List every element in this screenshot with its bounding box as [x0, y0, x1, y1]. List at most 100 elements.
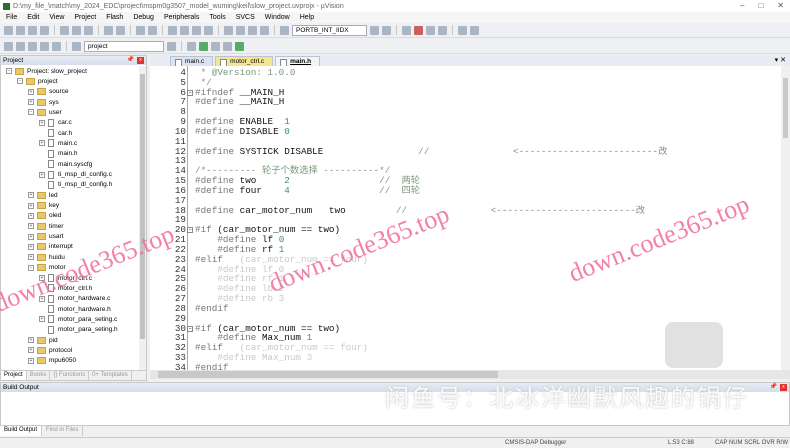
- tree-item[interactable]: + main.c: [39, 138, 77, 148]
- expand-icon[interactable]: +: [28, 347, 34, 354]
- tab-templates[interactable]: 0+ Templates: [89, 371, 132, 380]
- expand-icon[interactable]: +: [28, 337, 34, 344]
- tree-item[interactable]: + mpu6050: [28, 356, 76, 366]
- editor-tab[interactable]: main.c: [170, 56, 214, 67]
- expand-icon[interactable]: +: [39, 171, 45, 178]
- expand-icon[interactable]: +: [39, 316, 45, 323]
- tree-item[interactable]: + interrupt: [28, 242, 73, 252]
- editor-horizontal-scrollbar[interactable]: [150, 370, 790, 379]
- breakpoint-icon[interactable]: [414, 25, 423, 35]
- menu-svcs[interactable]: SVCS: [236, 14, 255, 21]
- manage-components-icon[interactable]: [187, 41, 196, 51]
- fold-collapse-icon[interactable]: −: [187, 325, 193, 332]
- pin-icon[interactable]: 📌: [770, 383, 777, 390]
- expand-icon[interactable]: +: [28, 357, 34, 364]
- expand-icon[interactable]: +: [28, 243, 34, 250]
- target-options-icon[interactable]: [167, 41, 176, 51]
- expand-icon[interactable]: +: [28, 254, 34, 261]
- collapse-icon[interactable]: −: [28, 264, 34, 271]
- comment-icon[interactable]: [248, 25, 257, 35]
- tree-item[interactable]: − user: [28, 107, 62, 117]
- incremental-find-icon[interactable]: [370, 25, 379, 35]
- prev-bookmark-icon[interactable]: [180, 25, 189, 35]
- debug-start-icon[interactable]: [402, 25, 411, 35]
- file-extensions-icon[interactable]: [199, 41, 208, 51]
- kill-breakpoints-icon[interactable]: [438, 25, 447, 35]
- menu-help[interactable]: Help: [300, 14, 314, 21]
- find-combo[interactable]: PORTB_INT_IIDX: [292, 24, 367, 36]
- editor-vertical-scrollbar[interactable]: [781, 66, 790, 370]
- collapse-icon[interactable]: −: [6, 68, 12, 74]
- expand-icon[interactable]: +: [28, 212, 34, 219]
- unindent-icon[interactable]: [236, 25, 245, 35]
- next-bookmark-icon[interactable]: [192, 25, 201, 35]
- window-layout-icon[interactable]: [458, 25, 467, 35]
- editor-tab[interactable]: motor_ctrl.c: [215, 56, 274, 67]
- menu-view[interactable]: View: [49, 14, 64, 21]
- menu-debug[interactable]: Debug: [133, 14, 154, 21]
- copy-icon[interactable]: [72, 25, 81, 35]
- tab-build-output[interactable]: Build Output: [0, 426, 43, 436]
- editor-tab[interactable]: main.h: [275, 56, 321, 67]
- translate-icon[interactable]: [4, 41, 13, 51]
- close-button[interactable]: ✕: [777, 1, 784, 10]
- collapse-icon[interactable]: −: [17, 78, 23, 85]
- pin-icon[interactable]: 📌: [127, 56, 134, 63]
- menu-file[interactable]: File: [6, 14, 17, 21]
- open-icon[interactable]: [16, 25, 25, 35]
- minimize-button[interactable]: –: [740, 1, 744, 10]
- rebuild-icon[interactable]: [28, 41, 37, 51]
- expand-icon[interactable]: +: [28, 192, 34, 199]
- expand-icon[interactable]: +: [28, 99, 34, 106]
- expand-icon[interactable]: +: [39, 295, 45, 302]
- tree-item[interactable]: + ti_msp_dl_config.c: [39, 170, 112, 180]
- find-icon[interactable]: [280, 25, 289, 35]
- forward-icon[interactable]: [148, 25, 157, 35]
- tree-item[interactable]: + protocol: [28, 345, 72, 355]
- bookmark-icon[interactable]: [168, 25, 177, 35]
- tree-item[interactable]: main.syscfg: [39, 159, 92, 169]
- cut-icon[interactable]: [60, 25, 69, 35]
- expand-icon[interactable]: +: [28, 233, 34, 240]
- tree-item[interactable]: main.h: [39, 149, 78, 159]
- fold-collapse-icon[interactable]: −: [187, 89, 193, 96]
- tree-item[interactable]: ti_msp_dl_config.h: [39, 180, 112, 190]
- stop-build-icon[interactable]: [52, 41, 61, 51]
- event-recorder-icon[interactable]: [235, 41, 244, 51]
- tree-item[interactable]: − Project: slow_project: [6, 66, 87, 76]
- expand-icon[interactable]: +: [28, 202, 34, 209]
- paste-icon[interactable]: [84, 25, 93, 35]
- uncomment-icon[interactable]: [260, 25, 269, 35]
- find-in-files-icon[interactable]: [382, 25, 391, 35]
- indent-icon[interactable]: [224, 25, 233, 35]
- configure-icon[interactable]: [470, 25, 479, 35]
- tree-item[interactable]: + oled: [28, 211, 61, 221]
- build-icon[interactable]: [16, 41, 25, 51]
- menu-project[interactable]: Project: [74, 14, 96, 21]
- tree-item[interactable]: + pid: [28, 335, 58, 345]
- close-icon[interactable]: x: [137, 57, 144, 64]
- collapse-icon[interactable]: −: [28, 109, 34, 116]
- tree-item[interactable]: + motor_hardware.c: [39, 294, 110, 304]
- target-select[interactable]: project: [84, 40, 164, 52]
- tab-list-button[interactable]: ▾ ✕: [775, 56, 786, 64]
- undo-icon[interactable]: [104, 25, 113, 35]
- tree-item[interactable]: + timer: [28, 221, 63, 231]
- tree-item[interactable]: motor_hardware.h: [39, 304, 111, 314]
- close-icon[interactable]: x: [780, 384, 787, 391]
- tree-item[interactable]: + huidu: [28, 252, 65, 262]
- back-icon[interactable]: [136, 25, 145, 35]
- fold-collapse-icon[interactable]: −: [187, 227, 193, 234]
- tab-functions[interactable]: {} Functions: [50, 371, 90, 380]
- tree-item[interactable]: + key: [28, 201, 59, 211]
- new-icon[interactable]: [4, 25, 13, 35]
- expand-icon[interactable]: +: [39, 119, 45, 126]
- tree-item[interactable]: − motor: [28, 263, 66, 273]
- maximize-button[interactable]: □: [758, 1, 763, 10]
- download-icon[interactable]: [72, 41, 81, 51]
- tree-item[interactable]: + motor_para_seting.c: [39, 314, 117, 324]
- disable-breakpoint-icon[interactable]: [426, 25, 435, 35]
- tree-item[interactable]: + led: [28, 190, 58, 200]
- clear-bookmarks-icon[interactable]: [204, 25, 213, 35]
- tree-item[interactable]: + source: [28, 87, 69, 97]
